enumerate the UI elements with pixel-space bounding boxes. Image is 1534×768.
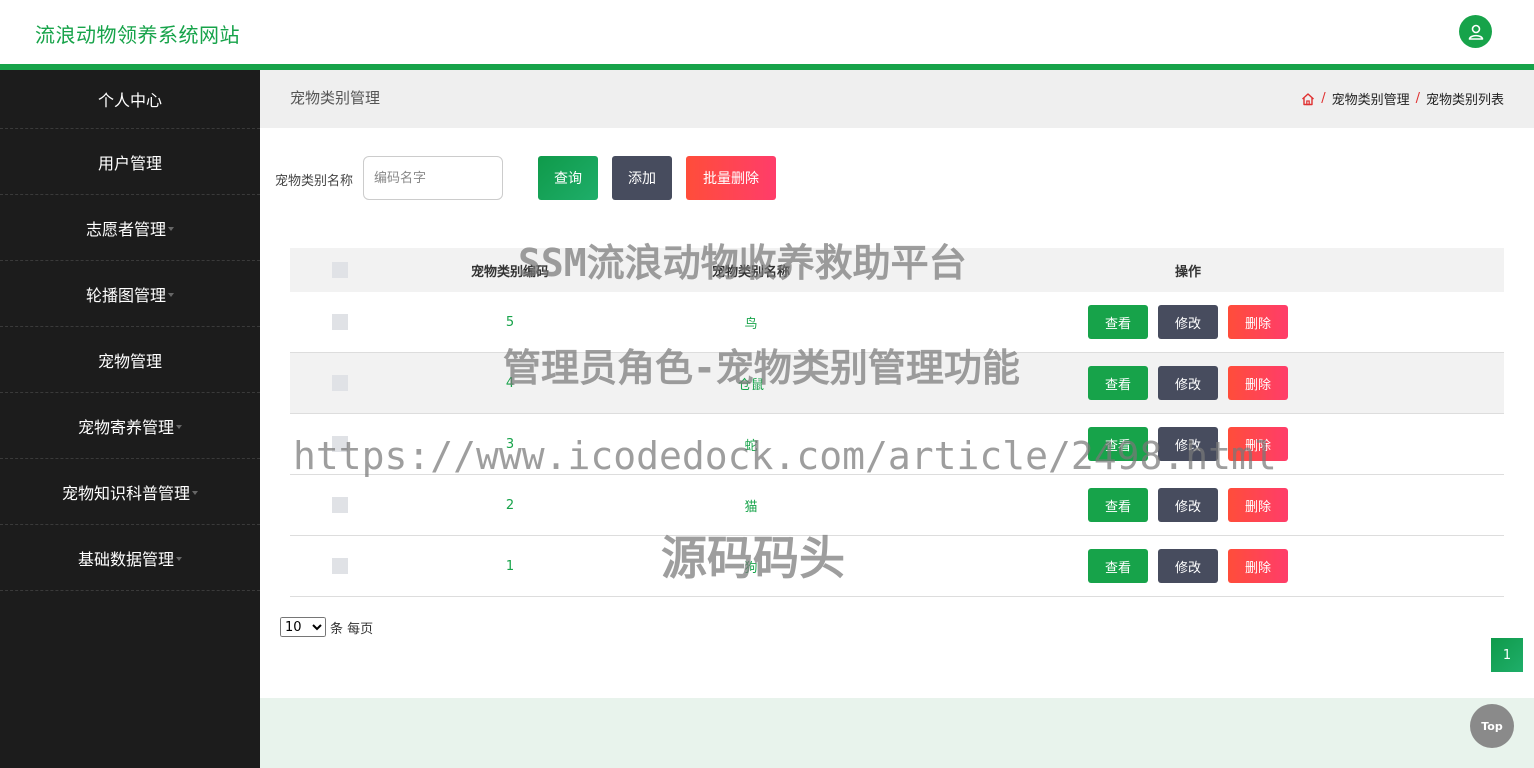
cell-code: 1 <box>505 558 515 574</box>
table-row: 2 猫 查看 修改 删除 <box>290 475 1504 536</box>
edit-button[interactable]: 修改 <box>1158 488 1218 522</box>
view-button[interactable]: 查看 <box>1088 427 1148 461</box>
sidebar-item-carousel-management[interactable]: 轮播图管理 <box>0 261 260 327</box>
view-button[interactable]: 查看 <box>1088 305 1148 339</box>
breadcrumb: / 宠物类别管理 / 宠物类别列表 <box>1301 89 1504 108</box>
pet-category-table: 宠物类别编码 宠物类别名称 操作 5 鸟 查看 修改 删除 4 仓鼠 查看 修改… <box>290 248 1504 597</box>
sidebar-item-label: 宠物知识科普管理 <box>61 483 190 503</box>
sidebar-item-label: 志愿者管理 <box>85 219 166 239</box>
cell-name: 鸟 <box>744 316 758 332</box>
sidebar-item-volunteer-management[interactable]: 志愿者管理 <box>0 195 260 261</box>
view-button[interactable]: 查看 <box>1088 488 1148 522</box>
delete-button[interactable]: 删除 <box>1228 366 1288 400</box>
user-icon <box>1468 24 1483 40</box>
pagination-page-1[interactable]: 1 <box>1491 638 1523 672</box>
delete-button[interactable]: 删除 <box>1228 427 1288 461</box>
row-checkbox[interactable] <box>332 436 348 452</box>
footer-band <box>260 698 1534 768</box>
column-header-ops: 操作 <box>1174 264 1201 280</box>
delete-button[interactable]: 删除 <box>1228 549 1288 583</box>
sidebar-item-pet-management[interactable]: 宠物管理 <box>0 327 260 393</box>
batch-delete-button[interactable]: 批量删除 <box>686 156 776 200</box>
table-header: 宠物类别编码 宠物类别名称 操作 <box>290 248 1504 292</box>
sidebar-item-label: 宠物管理 <box>97 351 162 371</box>
table-row: 1 狗 查看 修改 删除 <box>290 536 1504 597</box>
edit-button[interactable]: 修改 <box>1158 427 1218 461</box>
caret-down-icon <box>168 292 174 297</box>
row-checkbox[interactable] <box>332 375 348 391</box>
page-size-control: 10 条 每页 <box>280 617 373 637</box>
search-label: 宠物类别名称 <box>275 174 354 189</box>
page-size-select[interactable]: 10 <box>280 617 326 637</box>
table-row: 4 仓鼠 查看 修改 删除 <box>290 353 1504 414</box>
caret-down-icon <box>176 556 182 561</box>
top-bar: 流浪动物领养系统网站 <box>0 0 1534 64</box>
view-button[interactable]: 查看 <box>1088 366 1148 400</box>
column-header-name: 宠物类别名称 <box>711 264 790 280</box>
delete-button[interactable]: 删除 <box>1228 305 1288 339</box>
caret-down-icon <box>176 424 182 429</box>
sidebar-item-personal-center[interactable]: 个人中心 <box>0 70 260 129</box>
sidebar-item-user-management[interactable]: 用户管理 <box>0 129 260 195</box>
table-row: 5 鸟 查看 修改 删除 <box>290 292 1504 353</box>
query-button[interactable]: 查询 <box>538 156 598 200</box>
main-content: 宠物类别名称 查询 添加 批量删除 宠物类别编码 宠物类别名称 操作 5 鸟 查… <box>260 128 1534 698</box>
edit-button[interactable]: 修改 <box>1158 305 1218 339</box>
sidebar-item-label: 个人中心 <box>97 91 162 110</box>
sidebar: 个人中心 用户管理 志愿者管理 轮播图管理 宠物管理 宠物寄养管理 宠物知识科普… <box>0 70 260 768</box>
breadcrumb-item[interactable]: 宠物类别管理 <box>1332 89 1410 108</box>
cell-code: 2 <box>505 497 515 513</box>
cell-name: 仓鼠 <box>737 377 764 393</box>
sidebar-item-label: 基础数据管理 <box>77 549 174 569</box>
cell-name: 蛇 <box>744 438 758 454</box>
view-button[interactable]: 查看 <box>1088 549 1148 583</box>
caret-down-icon <box>192 490 198 495</box>
back-to-top-button[interactable]: Top <box>1470 704 1514 748</box>
breadcrumb-separator: / <box>1415 91 1420 106</box>
cell-code: 4 <box>505 375 515 391</box>
breadcrumb-separator: / <box>1321 91 1326 106</box>
add-button[interactable]: 添加 <box>612 156 672 200</box>
table-row: 3 蛇 查看 修改 删除 <box>290 414 1504 475</box>
cell-name: 狗 <box>744 560 758 576</box>
row-checkbox[interactable] <box>332 314 348 330</box>
edit-button[interactable]: 修改 <box>1158 549 1218 583</box>
sidebar-item-pet-knowledge-management[interactable]: 宠物知识科普管理 <box>0 459 260 525</box>
delete-button[interactable]: 删除 <box>1228 488 1288 522</box>
sidebar-item-basic-data-management[interactable]: 基础数据管理 <box>0 525 260 591</box>
sidebar-item-label: 轮播图管理 <box>85 285 166 305</box>
site-title: 流浪动物领养系统网站 <box>35 23 240 47</box>
sidebar-item-label: 宠物寄养管理 <box>77 417 174 437</box>
search-input[interactable] <box>363 156 503 200</box>
caret-down-icon <box>168 226 174 231</box>
sidebar-item-label: 用户管理 <box>97 153 162 173</box>
content-header: 宠物类别管理 / 宠物类别管理 / 宠物类别列表 <box>260 70 1534 128</box>
home-icon[interactable] <box>1301 92 1315 106</box>
per-page-label: 条 每页 <box>330 621 374 637</box>
edit-button[interactable]: 修改 <box>1158 366 1218 400</box>
column-header-code: 宠物类别编码 <box>470 264 549 280</box>
row-checkbox[interactable] <box>332 497 348 513</box>
select-all-checkbox[interactable] <box>332 262 348 278</box>
cell-code: 3 <box>505 436 515 452</box>
cell-code: 5 <box>505 314 515 330</box>
sidebar-item-pet-foster-management[interactable]: 宠物寄养管理 <box>0 393 260 459</box>
cell-name: 猫 <box>744 499 758 515</box>
user-avatar[interactable] <box>1459 15 1492 48</box>
breadcrumb-item: 宠物类别列表 <box>1425 93 1504 108</box>
page-title: 宠物类别管理 <box>290 89 381 107</box>
row-checkbox[interactable] <box>332 558 348 574</box>
